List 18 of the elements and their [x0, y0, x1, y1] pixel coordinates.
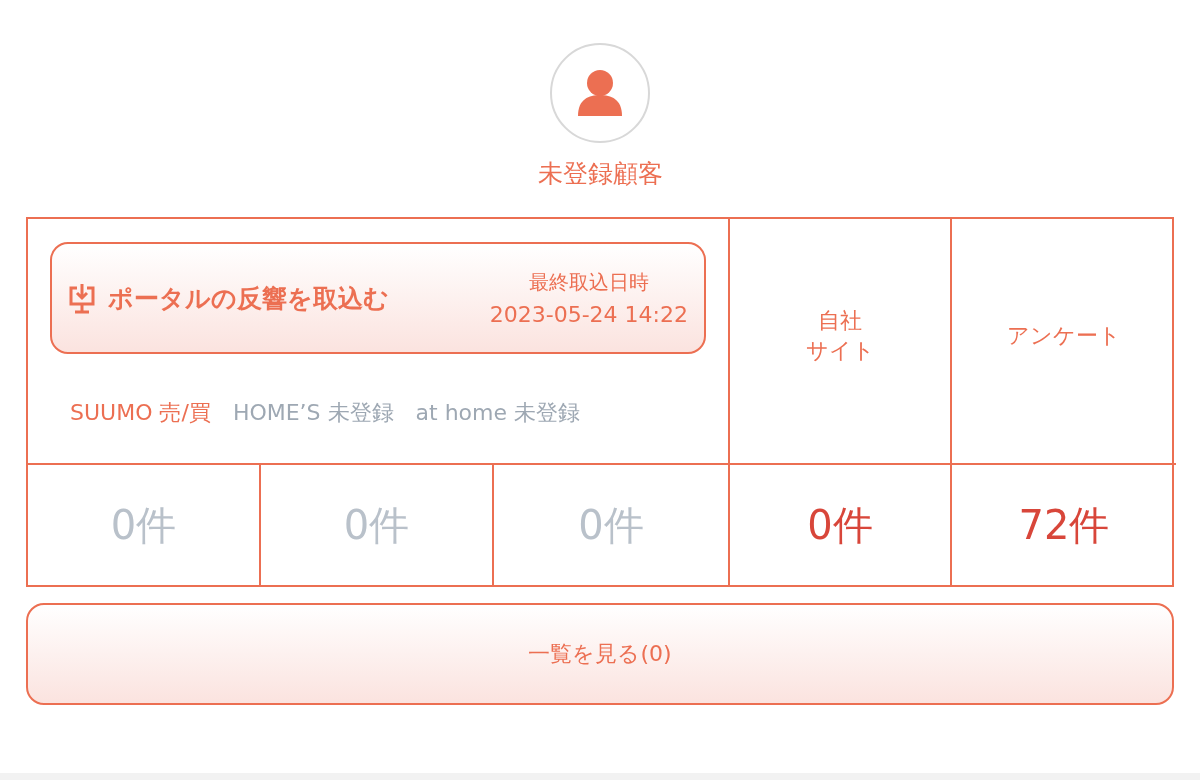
- count-cell: 0件: [28, 465, 261, 585]
- customer-name: 未登録顧客: [537, 158, 663, 190]
- source-label: 自社: [818, 307, 862, 335]
- portal-status: HOME’S 未登録: [232, 399, 394, 427]
- person-icon: [575, 69, 625, 117]
- source-label: アンケート: [1007, 322, 1121, 350]
- view-list-button[interactable]: 一覧を見る(0): [26, 603, 1174, 705]
- source-label: サイト: [805, 337, 875, 365]
- import-button[interactable]: ポータルの反響を取込む 最終取込日時 2023-05-24 14:22: [50, 242, 706, 354]
- download-icon: [68, 282, 96, 314]
- count-cell: 0件: [261, 465, 494, 585]
- count-cell-text: 72件: [1017, 500, 1111, 550]
- portal-status: at home 未登録: [415, 399, 581, 427]
- last-import-label: 最終取込日時: [528, 269, 649, 296]
- count-cell: 0件: [494, 465, 730, 585]
- count-cell: 0件: [730, 465, 952, 585]
- portal-status: SUUMO 売/買: [70, 399, 211, 427]
- last-import-time: 2023-05-24 14:22: [489, 302, 688, 327]
